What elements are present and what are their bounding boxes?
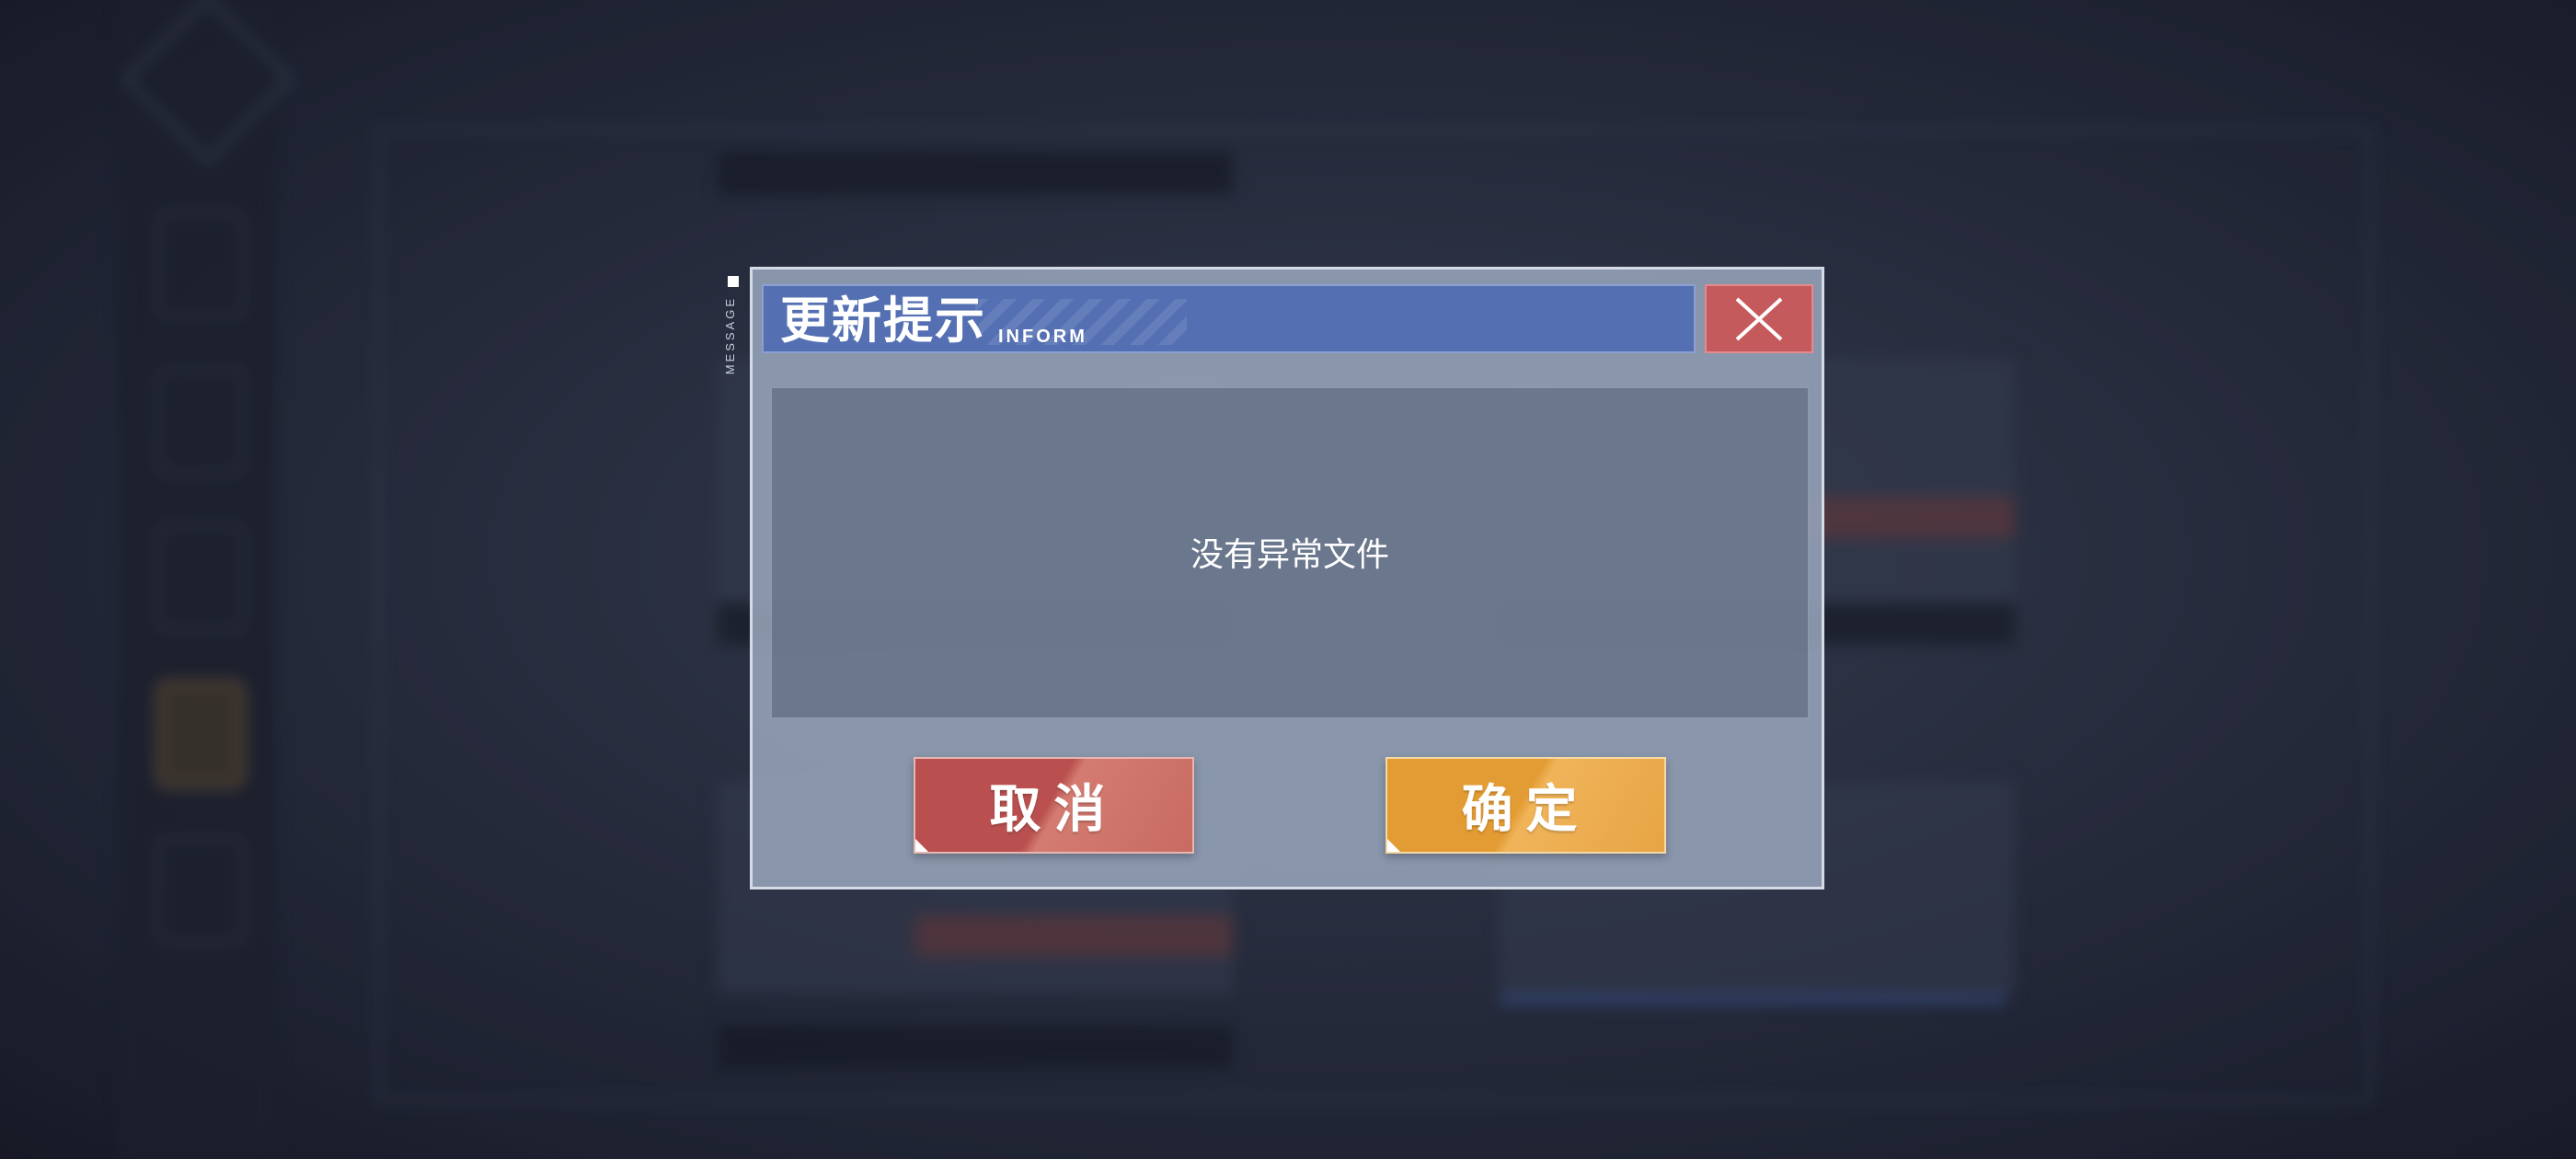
close-button[interactable] bbox=[1705, 284, 1813, 353]
message-box: 没有异常文件 bbox=[771, 387, 1809, 718]
dialog-header: 更新提示 INFORM bbox=[762, 284, 1696, 353]
button-corner-mark bbox=[1387, 839, 1400, 852]
side-tag-label: MESSAGE bbox=[723, 296, 737, 375]
update-dialog: 更新提示 INFORM 没有异常文件 取消 确定 bbox=[750, 267, 1824, 889]
message-side-tag: MESSAGE bbox=[723, 276, 740, 396]
cancel-button-label: 取消 bbox=[989, 779, 1119, 840]
dialog-title: 更新提示 bbox=[780, 291, 986, 350]
dialog-subtitle: INFORM bbox=[998, 327, 1087, 347]
side-tag-square bbox=[728, 276, 739, 287]
button-corner-mark bbox=[915, 839, 928, 852]
close-icon bbox=[1735, 297, 1783, 341]
cancel-button[interactable]: 取消 bbox=[914, 757, 1194, 854]
confirm-button[interactable]: 确定 bbox=[1386, 757, 1666, 854]
dialog-message: 没有异常文件 bbox=[1190, 536, 1389, 574]
confirm-button-label: 确定 bbox=[1461, 779, 1591, 840]
